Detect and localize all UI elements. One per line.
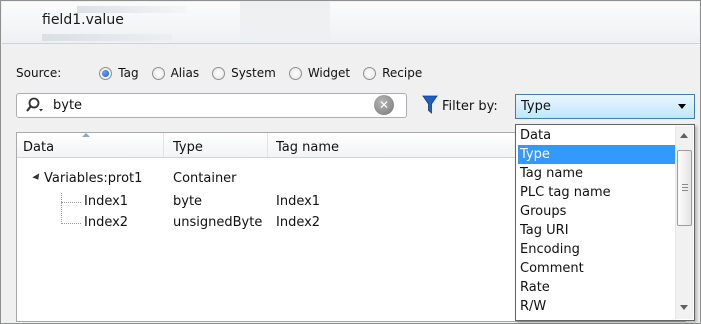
filter-label: Filter by: [442,99,498,114]
clear-search-icon[interactable]: ✕ [374,95,394,115]
search-value[interactable]: byte [53,98,82,113]
dialog-window: field1.value Source: Tag Alias System Wi… [0,0,701,324]
radio-alias[interactable]: Alias [151,66,199,80]
column-header-data[interactable]: Data [23,140,54,155]
filter-dropdown-list[interactable]: Data Type Tag name PLC tag name Groups T… [515,124,695,321]
filter-option-rate[interactable]: Rate [518,278,676,297]
radio-system-indicator[interactable] [212,66,226,80]
source-label: Source: [16,66,62,80]
radio-tag[interactable]: Tag [99,66,139,80]
sort-ascending-icon [82,133,90,137]
dropdown-scrollbar[interactable] [675,126,693,319]
radio-widget[interactable]: Widget [288,66,350,80]
filter-option-plc-tag-name[interactable]: PLC tag name [518,183,676,202]
search-input[interactable]: byte [16,93,407,118]
scroll-up-arrow-icon[interactable] [680,133,688,138]
chevron-down-icon[interactable] [678,104,686,109]
column-header-tag-name[interactable]: Tag name [276,140,339,155]
radio-recipe-indicator[interactable] [363,66,377,80]
filter-option-encoding[interactable]: Encoding [518,240,676,259]
column-header-type[interactable]: Type [173,140,203,155]
filter-select[interactable]: Type [515,94,695,119]
radio-recipe[interactable]: Recipe [363,66,422,80]
filter-option-comment[interactable]: Comment [518,259,676,278]
filter-option-type[interactable]: Type [518,145,676,164]
filter-option-data[interactable]: Data [518,126,676,145]
search-icon[interactable] [25,97,45,115]
source-selector: Source: Tag Alias System Widget Recipe [16,64,435,82]
filter-select-value: Type [521,99,551,114]
scroll-down-arrow-icon[interactable] [680,305,688,310]
title-bar: field1.value [2,2,699,44]
radio-system[interactable]: System [212,66,276,80]
filter-option-tag-uri[interactable]: Tag URI [518,221,676,240]
filter-option-groups[interactable]: Groups [518,202,676,221]
filter-icon [422,95,438,114]
scrollbar-thumb[interactable] [677,150,692,226]
filter-option-tag-name[interactable]: Tag name [518,164,676,183]
window-title: field1.value [42,12,124,28]
radio-tag-indicator[interactable] [99,66,113,80]
collapse-triangle-icon[interactable] [32,173,42,182]
filter-option-rw[interactable]: R/W [518,297,676,316]
radio-alias-indicator[interactable] [151,66,165,80]
radio-widget-indicator[interactable] [288,66,302,80]
